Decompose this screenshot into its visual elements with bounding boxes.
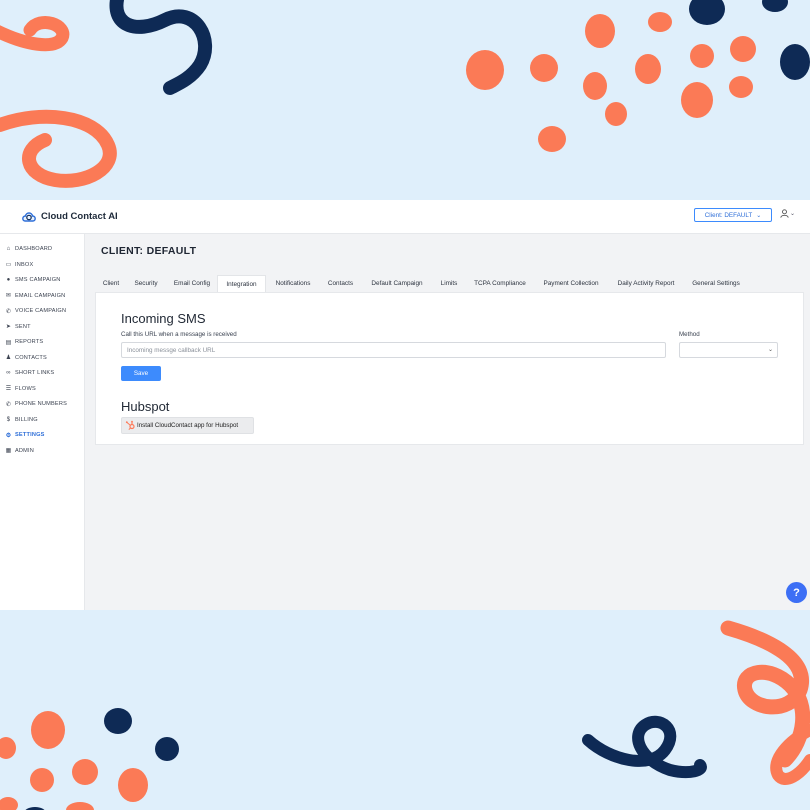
client-selector-button[interactable]: Client: DEFAULT ⌄ bbox=[694, 208, 772, 222]
sidebar-item-contacts[interactable]: ♟ CONTACTS bbox=[5, 353, 47, 363]
method-label: Method bbox=[679, 331, 700, 338]
tab-general-settings[interactable]: General Settings bbox=[688, 275, 744, 292]
install-hubspot-button[interactable]: Install CloudContact app for Hubspot bbox=[121, 417, 254, 434]
chevron-down-icon: ⌄ bbox=[756, 212, 762, 219]
tab-contacts[interactable]: Contacts bbox=[323, 275, 358, 292]
flows-icon: ☰ bbox=[5, 386, 12, 392]
tab-client[interactable]: Client bbox=[96, 275, 126, 292]
hubspot-heading: Hubspot bbox=[121, 399, 170, 414]
sidebar-item-dashboard[interactable]: ⌂ DASHBOARD bbox=[5, 244, 52, 254]
tab-security[interactable]: Security bbox=[129, 275, 163, 292]
decorative-shapes-bottom bbox=[0, 620, 810, 810]
tab-limits[interactable]: Limits bbox=[436, 275, 462, 292]
inbox-icon: ▭ bbox=[5, 262, 12, 268]
decorative-background-top bbox=[0, 0, 810, 200]
sidebar-item-sent[interactable]: ➤ SENT bbox=[5, 322, 31, 332]
sidebar-item-billing[interactable]: $ BILLING bbox=[5, 415, 38, 425]
sidebar-item-reports[interactable]: ▤ REPORTS bbox=[5, 337, 44, 347]
page-title: CLIENT: DEFAULT bbox=[101, 245, 197, 257]
chevron-down-icon: ⌄ bbox=[767, 347, 773, 353]
cloud-logo-icon bbox=[22, 212, 36, 222]
sidebar-item-short-links[interactable]: ∞ SHORT LINKS bbox=[5, 368, 54, 378]
install-hubspot-label: Install CloudContact app for Hubspot bbox=[137, 422, 239, 429]
brand-logo[interactable]: Cloud Contact AI bbox=[21, 208, 118, 224]
app-window: Cloud Contact AI Client: DEFAULT ⌄ ⌄ ⌂ D… bbox=[0, 200, 810, 610]
sidebar-item-label: SMS CAMPAIGN bbox=[15, 277, 61, 283]
sidebar-item-phone-numbers[interactable]: ✆ PHONE NUMBERS bbox=[5, 399, 67, 409]
sidebar-item-label: DASHBOARD bbox=[15, 246, 53, 252]
phone-number-icon: ✆ bbox=[5, 401, 12, 408]
sidebar-item-label: EMAIL CAMPAIGN bbox=[15, 292, 66, 299]
sidebar-item-sms-campaign[interactable]: ● SMS CAMPAIGN bbox=[5, 275, 61, 285]
top-navbar: Cloud Contact AI Client: DEFAULT ⌄ ⌄ bbox=[0, 200, 810, 234]
sidebar-item-admin[interactable]: ▦ ADMIN bbox=[5, 446, 34, 456]
dollar-icon: $ bbox=[6, 416, 11, 423]
help-button[interactable]: ? bbox=[786, 582, 807, 603]
sidebar-item-label: ADMIN bbox=[15, 447, 35, 454]
method-select[interactable]: ⌄ bbox=[679, 342, 778, 358]
client-selector-label: Client: DEFAULT bbox=[704, 211, 753, 219]
tab-notifications[interactable]: Notifications bbox=[271, 275, 315, 292]
mail-icon: ✉ bbox=[5, 293, 12, 299]
sidebar-item-email-campaign[interactable]: ✉ EMAIL CAMPAIGN bbox=[5, 291, 65, 301]
tab-default-campaign[interactable]: Default Campaign bbox=[366, 275, 428, 292]
contacts-icon: ♟ bbox=[5, 355, 12, 361]
decorative-shapes-top bbox=[0, 0, 810, 188]
sidebar-item-label: INBOX bbox=[15, 261, 34, 268]
admin-icon: ▦ bbox=[5, 448, 12, 454]
tab-integration[interactable]: Integration bbox=[217, 275, 266, 292]
hubspot-icon bbox=[125, 420, 135, 430]
gear-icon: ⚙ bbox=[5, 432, 12, 439]
link-icon: ∞ bbox=[6, 370, 11, 376]
chat-icon: ● bbox=[6, 277, 11, 283]
sidebar: ⌂ DASHBOARD ▭ INBOX ● SMS CAMPAIGN ✉ EMA… bbox=[0, 234, 85, 610]
sidebar-item-label: SENT bbox=[15, 323, 31, 330]
send-icon: ➤ bbox=[5, 324, 12, 330]
chevron-down-icon: ⌄ bbox=[790, 211, 796, 217]
tab-daily-activity-report[interactable]: Daily Activity Report bbox=[612, 275, 680, 292]
user-menu-button[interactable]: ⌄ bbox=[780, 209, 795, 218]
integration-panel: Incoming SMS Call this URL when a messag… bbox=[95, 292, 804, 445]
tab-payment-collection[interactable]: Payment Collection bbox=[538, 275, 604, 292]
tab-tcpa-compliance[interactable]: TCPA Compliance bbox=[470, 275, 530, 292]
sidebar-item-label: CONTACTS bbox=[15, 354, 47, 361]
report-icon: ▤ bbox=[5, 339, 12, 346]
user-icon bbox=[780, 209, 789, 218]
sidebar-item-label: BILLING bbox=[15, 416, 38, 423]
sidebar-item-label: FLOWS bbox=[15, 385, 36, 392]
incoming-sms-heading: Incoming SMS bbox=[121, 311, 206, 326]
home-icon: ⌂ bbox=[6, 246, 11, 252]
decorative-background-bottom bbox=[0, 610, 810, 810]
callback-url-label: Call this URL when a message is received bbox=[121, 331, 237, 338]
sidebar-item-label: REPORTS bbox=[15, 339, 44, 345]
sidebar-item-inbox[interactable]: ▭ INBOX bbox=[5, 260, 34, 270]
sidebar-item-flows[interactable]: ☰ FLOWS bbox=[5, 384, 36, 394]
tab-email-config[interactable]: Email Config bbox=[169, 275, 215, 292]
sidebar-item-label: SHORT LINKS bbox=[15, 370, 55, 376]
sidebar-item-voice-campaign[interactable]: ✆ VOICE CAMPAIGN bbox=[5, 306, 66, 316]
callback-url-input[interactable] bbox=[121, 342, 666, 358]
sidebar-item-label: SETTINGS bbox=[15, 432, 45, 438]
sidebar-item-label: PHONE NUMBERS bbox=[15, 401, 68, 407]
save-button[interactable]: Save bbox=[121, 366, 161, 381]
sidebar-item-settings[interactable]: ⚙ SETTINGS bbox=[5, 430, 45, 440]
sidebar-item-label: VOICE CAMPAIGN bbox=[15, 308, 67, 314]
app-name: Cloud Contact AI bbox=[41, 210, 118, 222]
phone-icon: ✆ bbox=[5, 308, 12, 315]
